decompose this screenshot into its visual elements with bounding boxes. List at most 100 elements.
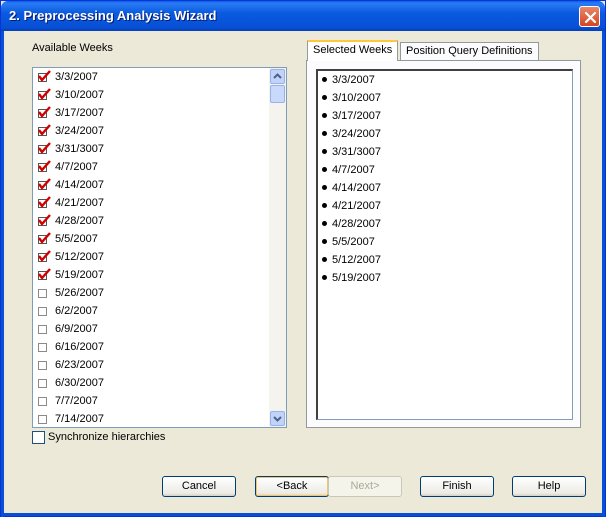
list-item[interactable]: 4/7/2007 [318, 161, 572, 179]
week-label: 5/5/2007 [55, 233, 98, 245]
window-border-right [602, 31, 605, 517]
week-checkbox[interactable] [38, 415, 47, 424]
list-item[interactable]: 3/3/2007 [318, 71, 572, 89]
list-item[interactable]: 5/5/2007 [318, 233, 572, 251]
check-mark-icon [38, 196, 51, 208]
selected-week-label: 4/14/2007 [332, 182, 381, 194]
bullet-icon [322, 113, 327, 118]
list-item[interactable]: 6/16/2007 [33, 338, 269, 356]
back-button[interactable]: <Back [255, 476, 329, 497]
selected-week-label: 5/19/2007 [332, 272, 381, 284]
bullet-icon [322, 239, 327, 244]
list-item[interactable]: 3/17/2007 [33, 104, 269, 122]
arrow-down-icon [273, 416, 282, 422]
list-item[interactable]: 5/19/2007 [33, 266, 269, 284]
bullet-icon [322, 221, 327, 226]
check-mark-icon [38, 142, 51, 154]
window-border-bottom [1, 513, 605, 516]
selected-weeks-list[interactable]: 3/3/2007 3/10/2007 3/17/2007 3/24/2007 3/31/… [316, 69, 573, 420]
checkbox-box[interactable] [32, 431, 45, 444]
tab-selected-weeks[interactable]: Selected Weeks [307, 40, 399, 61]
week-label: 5/26/2007 [55, 287, 104, 299]
check-mark-icon [38, 232, 51, 244]
week-checkbox[interactable] [38, 343, 47, 352]
selected-week-label: 5/12/2007 [332, 254, 381, 266]
list-item[interactable]: 6/23/2007 [33, 356, 269, 374]
week-label: 5/12/2007 [55, 251, 104, 263]
bullet-icon [322, 167, 327, 172]
week-label: 5/19/2007 [55, 269, 104, 281]
list-item[interactable]: 3/31/3007 [33, 140, 269, 158]
week-label: 7/14/2007 [55, 413, 104, 425]
check-mark-icon [38, 268, 51, 280]
available-weeks-items: 3/3/2007 3/10/2007 3/17/2007 3/24/2007 3/31/… [33, 68, 269, 427]
selected-week-label: 3/10/2007 [332, 92, 381, 104]
list-item[interactable]: 4/14/2007 [33, 176, 269, 194]
week-checkbox[interactable] [38, 397, 47, 406]
list-item[interactable]: 4/28/2007 [33, 212, 269, 230]
list-item[interactable]: 4/28/2007 [318, 215, 572, 233]
list-item[interactable]: 3/31/3007 [318, 143, 572, 161]
tab-position-query-definitions[interactable]: Position Query Definitions [400, 42, 539, 61]
list-item[interactable]: 3/24/2007 [318, 125, 572, 143]
list-item[interactable]: 5/12/2007 [33, 248, 269, 266]
week-checkbox[interactable] [38, 325, 47, 334]
bullet-icon [322, 257, 327, 262]
list-item[interactable]: 6/2/2007 [33, 302, 269, 320]
week-label: 3/31/3007 [55, 143, 104, 155]
list-item[interactable]: 5/26/2007 [33, 284, 269, 302]
vertical-scrollbar[interactable] [269, 68, 286, 427]
list-item[interactable]: 4/21/2007 [318, 197, 572, 215]
check-mark-icon [38, 214, 51, 226]
title-bar[interactable]: 2. Preprocessing Analysis Wizard [1, 1, 605, 31]
scroll-up-button[interactable] [270, 69, 285, 84]
week-label: 7/7/2007 [55, 395, 98, 407]
list-item[interactable]: 5/5/2007 [33, 230, 269, 248]
list-item[interactable]: 6/30/2007 [33, 374, 269, 392]
list-item[interactable]: 3/10/2007 [318, 89, 572, 107]
week-label: 6/9/2007 [55, 323, 98, 335]
selected-weeks-panel: 3/3/2007 3/10/2007 3/17/2007 3/24/2007 3/31/… [306, 60, 581, 428]
next-button[interactable]: Next> [328, 476, 402, 497]
window-border-left [1, 31, 4, 517]
scroll-thumb[interactable] [270, 85, 285, 103]
close-button[interactable] [579, 6, 600, 27]
week-label: 3/17/2007 [55, 107, 104, 119]
selected-week-label: 4/28/2007 [332, 218, 381, 230]
list-item[interactable]: 4/14/2007 [318, 179, 572, 197]
list-item[interactable]: 7/14/2007 [33, 410, 269, 427]
week-checkbox[interactable] [38, 379, 47, 388]
list-item[interactable]: 6/9/2007 [33, 320, 269, 338]
check-mark-icon [38, 124, 51, 136]
scroll-down-button[interactable] [270, 411, 285, 426]
list-item[interactable]: 4/7/2007 [33, 158, 269, 176]
list-item[interactable]: 3/10/2007 [33, 86, 269, 104]
week-checkbox[interactable] [38, 361, 47, 370]
selected-week-label: 4/7/2007 [332, 164, 375, 176]
tab-label: Position Query Definitions [406, 45, 533, 57]
list-item[interactable]: 3/17/2007 [318, 107, 572, 125]
list-item[interactable]: 5/12/2007 [318, 251, 572, 269]
available-weeks-list[interactable]: 3/3/2007 3/10/2007 3/17/2007 3/24/2007 3/31/… [32, 67, 287, 428]
week-label: 3/3/2007 [55, 71, 98, 83]
week-label: 3/10/2007 [55, 89, 104, 101]
help-button[interactable]: Help [512, 476, 586, 497]
week-label: 6/30/2007 [55, 377, 104, 389]
arrow-up-icon [273, 73, 282, 79]
finish-button[interactable]: Finish [420, 476, 494, 497]
cancel-button[interactable]: Cancel [162, 476, 236, 497]
tab-label: Selected Weeks [313, 44, 393, 56]
bullet-icon [322, 185, 327, 190]
list-item[interactable]: 7/7/2007 [33, 392, 269, 410]
week-checkbox[interactable] [38, 289, 47, 298]
list-item[interactable]: 3/3/2007 [33, 68, 269, 86]
list-item[interactable]: 5/19/2007 [318, 269, 572, 287]
bullet-icon [322, 203, 327, 208]
check-mark-icon [38, 250, 51, 262]
week-label: 4/28/2007 [55, 215, 104, 227]
week-label: 4/21/2007 [55, 197, 104, 209]
week-label: 6/23/2007 [55, 359, 104, 371]
list-item[interactable]: 4/21/2007 [33, 194, 269, 212]
list-item[interactable]: 3/24/2007 [33, 122, 269, 140]
week-checkbox[interactable] [38, 307, 47, 316]
